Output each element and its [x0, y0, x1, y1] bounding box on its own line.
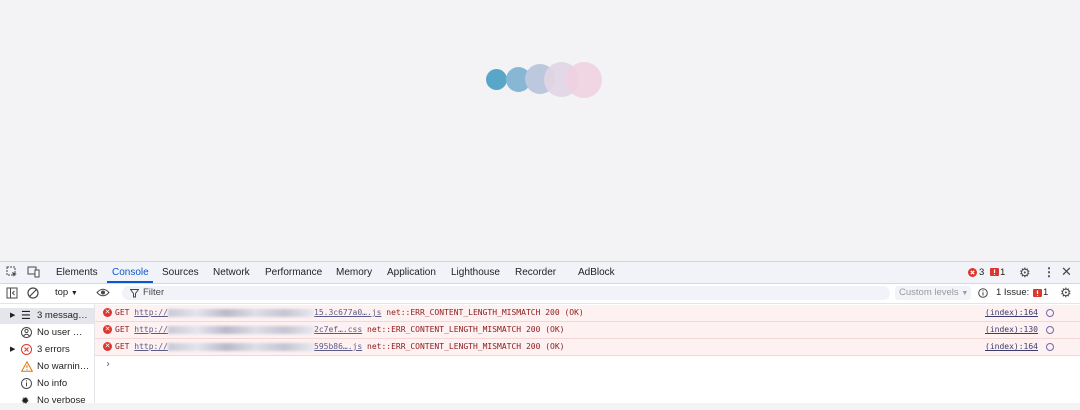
console-toolbar: top ▼ Filter Custom levels ▼ 1 Issue: 1 …	[0, 284, 1080, 304]
page-viewport	[0, 0, 1080, 261]
dropdown-arrow-icon: ▼	[961, 290, 969, 297]
request-url-link[interactable]: http:// 15.3c677a0….js	[134, 308, 381, 317]
error-icon: ✕	[103, 308, 112, 317]
bug-icon: ✹	[21, 396, 30, 407]
message-text: GET http:// 15.3c677a0….js net::ERR_CONTE…	[115, 305, 584, 321]
sidebar-toggle-icon[interactable]	[6, 287, 18, 301]
sidebar-item-label: 3 errors	[37, 344, 70, 355]
loading-spinner	[486, 62, 606, 98]
error-icon: ✕	[103, 325, 112, 334]
tab-memory[interactable]: Memory	[336, 262, 372, 283]
source-link[interactable]: (index):164	[985, 305, 1038, 321]
network-request-icon[interactable]	[1046, 326, 1054, 334]
url-prefix: http://	[134, 342, 168, 351]
tab-recorder[interactable]: Recorder	[515, 262, 556, 283]
tab-elements[interactable]: Elements	[56, 262, 98, 283]
console-settings-gear-icon[interactable]: ⚙	[1060, 286, 1072, 299]
error-message: net::ERR_CONTENT_LENGTH_MISMATCH 200 (OK…	[367, 342, 565, 351]
tab-lighthouse[interactable]: Lighthouse	[451, 262, 500, 283]
error-icon: ✕	[103, 342, 112, 351]
tab-adblock[interactable]: AdBlock	[578, 262, 615, 283]
tab-application[interactable]: Application	[387, 262, 436, 283]
redacted-url	[168, 342, 314, 351]
tab-performance[interactable]: Performance	[265, 262, 322, 283]
error-count-icon[interactable]	[968, 267, 977, 279]
sidebar-item-user-messages[interactable]: No user …	[0, 325, 94, 341]
sidebar-item-info[interactable]: No info	[0, 376, 94, 392]
context-selector-label: top	[55, 287, 69, 298]
url-suffix: 2c7ef….css	[314, 325, 363, 334]
redacted-url	[168, 308, 314, 317]
expand-arrow-icon: ▶	[10, 346, 16, 353]
list-icon: ☰	[21, 310, 31, 322]
settings-gear-icon[interactable]: ⚙	[1019, 266, 1031, 279]
source-link[interactable]: (index):130	[985, 322, 1038, 338]
console-prompt-chevron-icon[interactable]: ›	[105, 359, 111, 370]
console-messages: ✕ GET http:// 15.3c677a0….js net::ERR_CON…	[95, 304, 1080, 403]
log-levels-dropdown[interactable]: Custom levels ▼	[895, 286, 971, 300]
message-text: GET http:// 595b86….js net::ERR_CONTENT_L…	[115, 339, 564, 355]
sidebar-item-label: No verbose	[37, 395, 86, 406]
context-selector[interactable]: top ▼	[55, 287, 78, 298]
sidebar-item-label: 3 messag…	[37, 310, 88, 321]
filter-funnel-icon	[129, 288, 140, 300]
issues-count: 1	[1043, 287, 1049, 298]
sidebar-item-verbose[interactable]: ✹ No verbose	[0, 393, 94, 409]
redacted-url	[168, 325, 314, 334]
tab-network[interactable]: Network	[213, 262, 250, 283]
tab-console[interactable]: Console	[112, 262, 149, 283]
tab-sources[interactable]: Sources	[162, 262, 199, 283]
loader-dot	[486, 69, 507, 90]
request-url-link[interactable]: http:// 2c7ef….css	[134, 325, 362, 334]
console-error-row[interactable]: ✕ GET http:// 2c7ef….css net::ERR_CONTENT…	[95, 322, 1080, 339]
issue-count[interactable]: 1	[1000, 262, 1005, 283]
console-error-row[interactable]: ✕ GET http:// 15.3c677a0….js net::ERR_CON…	[95, 305, 1080, 322]
error-count[interactable]: 3	[979, 262, 984, 283]
issues-link[interactable]: 1 Issue:	[996, 287, 1029, 298]
more-options-icon[interactable]: ⋮	[1043, 266, 1055, 278]
dropdown-arrow-icon: ▼	[70, 290, 78, 297]
log-levels-label: Custom levels	[899, 287, 959, 298]
request-method: GET	[115, 325, 130, 334]
sidebar-item-warnings[interactable]: No warnin…	[0, 359, 94, 375]
expand-arrow-icon: ▶	[10, 312, 16, 319]
error-message: net::ERR_CONTENT_LENGTH_MISMATCH 200 (OK…	[367, 325, 565, 334]
sidebar-item-messages[interactable]: ▶ ☰ 3 messag…	[0, 308, 94, 324]
issues-label: 1 Issue:	[996, 287, 1030, 298]
sidebar-item-label: No user …	[37, 327, 83, 338]
clear-console-icon[interactable]	[27, 287, 39, 301]
sidebar-item-label: No info	[37, 378, 68, 389]
console-sidebar: ▶ ☰ 3 messag… No user … ▶ 3 errors No wa…	[0, 304, 95, 407]
request-url-link[interactable]: http:// 595b86….js	[134, 342, 362, 351]
close-devtools-icon[interactable]: ✕	[1061, 265, 1072, 278]
sidebar-item-errors[interactable]: ▶ 3 errors	[0, 342, 94, 358]
request-method: GET	[115, 342, 130, 351]
filter-input[interactable]: Filter	[122, 286, 890, 300]
console-error-row[interactable]: ✕ GET http:// 595b86….js net::ERR_CONTENT…	[95, 339, 1080, 356]
devtools-panel: Elements Console Sources Network Perform…	[0, 261, 1080, 407]
url-prefix: http://	[134, 308, 168, 317]
issue-flag-icon	[1033, 288, 1042, 300]
issue-flag-icon[interactable]	[990, 267, 999, 279]
network-request-icon[interactable]	[1046, 309, 1054, 317]
loader-dot	[566, 62, 602, 98]
inspect-element-icon[interactable]	[6, 266, 18, 280]
filter-placeholder: Filter	[143, 287, 165, 298]
info-circle-icon	[978, 288, 988, 300]
request-method: GET	[115, 308, 130, 317]
url-suffix: 595b86….js	[314, 342, 363, 351]
message-text: GET http:// 2c7ef….css net::ERR_CONTENT_L…	[115, 322, 564, 338]
sidebar-item-label: No warnin…	[37, 361, 90, 372]
devtools-tabbar: Elements Console Sources Network Perform…	[0, 262, 1080, 284]
live-expression-eye-icon[interactable]	[96, 287, 110, 300]
url-suffix: 15.3c677a0….js	[314, 308, 382, 317]
url-prefix: http://	[134, 325, 168, 334]
error-message: net::ERR_CONTENT_LENGTH_MISMATCH 200 (OK…	[386, 308, 584, 317]
source-link[interactable]: (index):164	[985, 339, 1038, 355]
active-tab-indicator	[107, 281, 153, 283]
network-request-icon[interactable]	[1046, 343, 1054, 351]
device-toolbar-icon[interactable]	[27, 266, 40, 280]
